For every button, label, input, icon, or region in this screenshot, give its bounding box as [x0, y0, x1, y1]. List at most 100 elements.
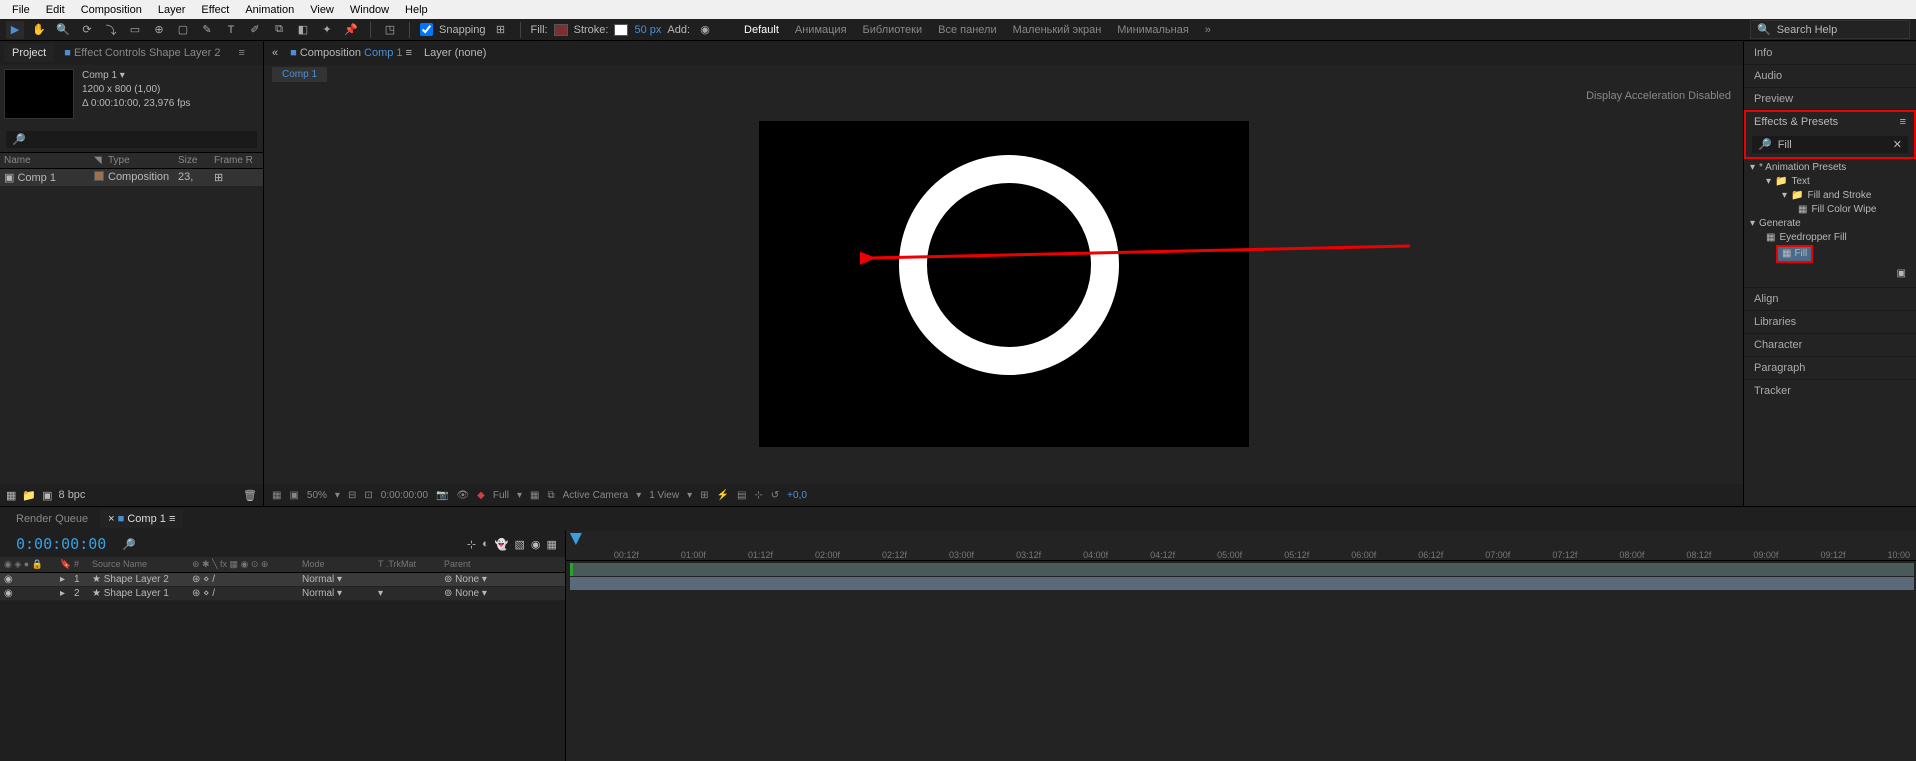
timeline-tracks[interactable] [566, 561, 1916, 761]
mask-icon[interactable]: ▣ [289, 490, 298, 501]
pixel-aspect-icon[interactable]: ⊞ [700, 490, 708, 501]
tree-generate[interactable]: ▾ Generate [1750, 217, 1910, 231]
motion-blur-icon[interactable]: ◉ [531, 538, 541, 551]
resolution[interactable]: Full [493, 490, 509, 501]
header-size[interactable]: Size [178, 155, 214, 166]
mask-mode-icon[interactable]: ◳ [381, 21, 399, 39]
menu-edit[interactable]: Edit [38, 2, 73, 18]
fill-swatch[interactable] [554, 24, 568, 36]
tab-layer[interactable]: Layer (none) [424, 47, 486, 59]
workspace-animation[interactable]: Анимация [795, 24, 847, 36]
panel-character[interactable]: Character [1744, 333, 1916, 356]
camera-tool-icon[interactable]: ▭ [126, 21, 144, 39]
snapshot-icon[interactable]: 📷 [436, 490, 448, 501]
tab-project[interactable]: Project [4, 44, 54, 62]
orbit-tool-icon[interactable]: ⟳ [78, 21, 96, 39]
pen-tool-icon[interactable]: ✎ [198, 21, 216, 39]
timeline-search-icon[interactable]: 🔎 [122, 538, 136, 551]
tab-render-queue[interactable]: Render Queue [8, 510, 96, 528]
transparency-icon[interactable]: ▦ [530, 490, 539, 501]
res-icon[interactable]: ⊟ [348, 490, 356, 501]
panel-info[interactable]: Info [1744, 41, 1916, 64]
project-item-row[interactable]: ▣ Comp 1 Composition 23, ⊞ [0, 169, 263, 186]
type-tool-icon[interactable]: T [222, 21, 240, 39]
current-time[interactable]: 0:00:00:00 [381, 490, 428, 501]
clear-search-icon[interactable]: ✕ [1893, 138, 1902, 151]
views-count[interactable]: 1 View [649, 490, 679, 501]
timeline-ruler[interactable]: 00:12f01:00f01:12f02:00f02:12f03:00f03:1… [566, 531, 1916, 561]
workspace-all-panels[interactable]: Все панели [938, 24, 996, 36]
exposure[interactable]: +0,0 [787, 490, 807, 501]
bpc-label[interactable]: 8 bpc [59, 489, 86, 501]
timeline-layer-1[interactable]: ◉ ▸ 1 ★ Shape Layer 2 ⊛ ⋄ / Normal ▾ ⊚ N… [0, 573, 565, 587]
reset-exposure-icon[interactable]: ↺ [771, 490, 779, 501]
header-frame[interactable]: Frame R [214, 155, 253, 166]
panel-menu-icon[interactable]: ≡ [1900, 116, 1906, 128]
label-swatch[interactable] [94, 171, 104, 181]
panel-tracker[interactable]: Tracker [1744, 379, 1916, 402]
timeline-layer-2[interactable]: ◉ ▸ 2 ★ Shape Layer 1 ⊛ ⋄ / Normal ▾ ▾ ⊚… [0, 587, 565, 601]
search-help[interactable]: 🔍 Search Help [1750, 20, 1910, 39]
tab-composition[interactable]: ■ Composition Comp 1 ≡ [290, 47, 412, 59]
dropdown-icon[interactable]: ▾ [120, 70, 125, 81]
panel-preview[interactable]: Preview [1744, 87, 1916, 110]
draft3d-icon[interactable]: ◐ [482, 538, 489, 551]
panel-align[interactable]: Align [1744, 287, 1916, 310]
panel-menu-icon[interactable]: ≡ [231, 44, 253, 62]
frame-blend-icon[interactable]: ▧ [514, 538, 524, 551]
tree-eyedropper-fill[interactable]: ▦ Eyedropper Fill [1750, 231, 1910, 245]
menu-composition[interactable]: Composition [73, 2, 150, 18]
add-menu-icon[interactable]: ◉ [696, 21, 714, 39]
timeline-icon[interactable]: ▤ [737, 490, 746, 501]
tree-fill-effect[interactable]: ▦ Fill [1776, 245, 1813, 263]
menu-view[interactable]: View [302, 2, 342, 18]
playhead-icon[interactable] [570, 533, 582, 545]
panel-libraries[interactable]: Libraries [1744, 310, 1916, 333]
comp-name[interactable]: Comp 1 [82, 70, 117, 81]
header-name[interactable]: Name [4, 155, 94, 166]
header-source-name[interactable]: Source Name [92, 559, 192, 570]
fast-preview-icon[interactable]: ⚡ [716, 490, 728, 501]
shy-icon[interactable]: 👻 [495, 538, 509, 551]
workspace-libraries[interactable]: Библиотеки [863, 24, 923, 36]
header-tag-icon[interactable]: ◥ [94, 155, 108, 166]
effects-search[interactable]: 🔎 Fill ✕ [1752, 136, 1908, 153]
tree-fill-and-stroke[interactable]: ▾ 📁 Fill and Stroke [1750, 189, 1910, 203]
brush-tool-icon[interactable]: ✐ [246, 21, 264, 39]
hand-tool-icon[interactable]: ✋ [30, 21, 48, 39]
puppet-tool-icon[interactable]: 📌 [342, 21, 360, 39]
roto-tool-icon[interactable]: ✦ [318, 21, 336, 39]
new-comp-icon[interactable]: ▣ [42, 489, 52, 502]
composition-viewer[interactable]: Display Acceleration Disabled [264, 84, 1743, 484]
active-camera[interactable]: Active Camera [563, 490, 629, 501]
tab-timeline-comp[interactable]: × ■ Comp 1 ≡ [100, 510, 183, 528]
snapping-checkbox[interactable] [420, 23, 433, 36]
show-snapshot-icon[interactable]: 👁 [456, 490, 469, 501]
pan-behind-tool-icon[interactable]: ⊕ [150, 21, 168, 39]
3d-icon[interactable]: ⧉ [547, 490, 554, 501]
zoom-tool-icon[interactable]: 🔍 [54, 21, 72, 39]
menu-layer[interactable]: Layer [150, 2, 194, 18]
stroke-swatch[interactable] [614, 24, 628, 36]
channel-icon[interactable]: ◆ [477, 490, 485, 501]
selection-tool-icon[interactable]: ▶ [6, 21, 24, 39]
menu-window[interactable]: Window [342, 2, 397, 18]
menu-effect[interactable]: Effect [193, 2, 237, 18]
graph-editor-icon[interactable]: ▦ [546, 538, 556, 551]
header-type[interactable]: Type [108, 155, 178, 166]
panel-paragraph[interactable]: Paragraph [1744, 356, 1916, 379]
menu-animation[interactable]: Animation [237, 2, 302, 18]
comp-mini-flowchart-icon[interactable]: ⊹ [467, 538, 476, 551]
interpret-footage-icon[interactable]: ▦ [6, 489, 16, 502]
menu-file[interactable]: File [4, 2, 38, 18]
workspace-overflow-icon[interactable]: » [1205, 24, 1211, 36]
new-folder-icon[interactable]: 📁 [22, 489, 36, 502]
stroke-width[interactable]: 50 px [634, 24, 661, 36]
trash-icon[interactable]: 🗑 [243, 489, 257, 502]
shape-tool-icon[interactable]: ▢ [174, 21, 192, 39]
header-trkmat[interactable]: T .TrkMat [378, 559, 444, 570]
zoom-level[interactable]: 50% [307, 490, 327, 501]
menu-help[interactable]: Help [397, 2, 436, 18]
project-search[interactable]: 🔎 [6, 131, 257, 148]
workspace-minimal[interactable]: Минимальная [1117, 24, 1189, 36]
